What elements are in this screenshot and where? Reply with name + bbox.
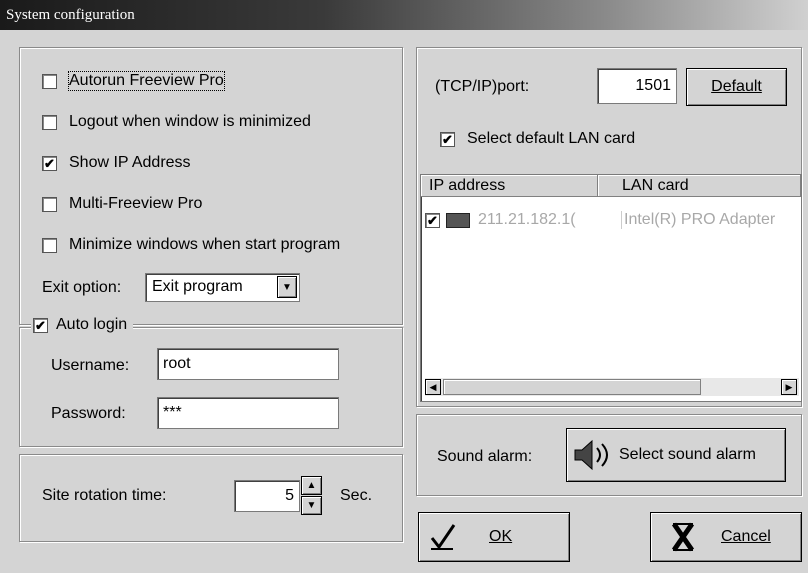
checkbox[interactable] [42,237,57,253]
rotation-label: Site rotation time: [42,487,167,504]
option-minimize-start[interactable]: Minimize windows when start program [42,236,340,254]
port-field[interactable] [597,68,677,104]
ok-label: OK [489,528,513,545]
option-label: Minimize windows when start program [69,236,341,253]
horizontal-scrollbar[interactable]: ◀ ▶ [425,378,799,396]
checkbox-checked[interactable]: ✔ [425,212,440,228]
cancel-button[interactable]: Cancel [650,512,802,562]
checkbox-checked[interactable]: ✔ [42,155,57,171]
checkbox[interactable] [42,196,57,212]
auto-login-label: Auto login [56,316,128,333]
speaker-icon [574,439,608,471]
checkmark-icon [430,524,456,550]
ip-cell: 211.21.182.1( [478,211,576,228]
default-button-label: Default [711,78,762,95]
option-autorun[interactable]: Autorun Freeview Pro [42,71,225,91]
checkbox-checked[interactable]: ✔ [33,317,48,333]
scroll-left-icon[interactable]: ◀ [425,379,441,395]
lan-cell: Intel(R) PRO Adapter [621,211,775,229]
scroll-right-icon[interactable]: ▶ [781,379,797,395]
rotation-up-button[interactable]: ▲ [301,476,322,495]
option-logout-minimized[interactable]: Logout when window is minimized [42,113,311,131]
checkbox[interactable] [42,114,57,130]
ok-button[interactable]: OK [418,512,570,562]
window-title: System configuration [0,0,808,30]
select-sound-alarm-button[interactable]: Select sound alarm [566,428,786,482]
sound-label: Sound alarm: [437,448,533,465]
column-ip[interactable]: IP address [421,175,598,197]
exit-option-value: Exit program [152,278,243,295]
chevron-down-icon[interactable]: ▼ [277,276,297,298]
rotation-unit: Sec. [340,487,373,504]
cancel-label: Cancel [721,528,771,545]
rotation-field[interactable] [234,480,300,512]
option-multi-freeview[interactable]: Multi-Freeview Pro [42,195,202,213]
username-field[interactable] [157,348,339,380]
exit-option-select[interactable]: Exit program ▼ [145,273,300,302]
select-lan-label: Select default LAN card [467,130,636,147]
username-label: Username: [51,357,130,374]
option-label: Autorun Freeview Pro [68,71,225,91]
system-configuration-dialog: System configuration Autorun Freeview Pr… [0,0,808,573]
default-button[interactable]: Default [686,68,787,106]
exit-option-label: Exit option: [42,279,122,296]
column-lan[interactable]: LAN card [598,175,801,197]
port-label: (TCP/IP)port: [435,78,530,95]
network-card-icon [446,212,470,228]
option-label: Show IP Address [69,154,191,171]
lan-list[interactable]: IP address LAN card ✔ 211.21.182.1( Inte… [420,174,802,402]
auto-login-toggle[interactable]: ✔ Auto login [31,316,134,334]
option-show-ip[interactable]: ✔ Show IP Address [42,154,191,172]
select-sound-alarm-label: Select sound alarm [619,446,756,463]
scroll-thumb[interactable] [443,379,701,395]
checkbox[interactable] [42,73,57,89]
table-row[interactable]: ✔ 211.21.182.1( Intel(R) PRO Adapter [425,209,799,231]
checkbox-checked[interactable]: ✔ [440,131,455,147]
select-lan-toggle[interactable]: ✔ Select default LAN card [440,130,635,148]
password-label: Password: [51,405,126,422]
option-label: Multi-Freeview Pro [69,195,203,212]
cancel-x-icon [671,522,695,552]
rotation-down-button[interactable]: ▼ [301,496,322,515]
option-label: Logout when window is minimized [69,113,311,130]
auto-login-panel [19,327,403,447]
password-field[interactable] [157,397,339,429]
